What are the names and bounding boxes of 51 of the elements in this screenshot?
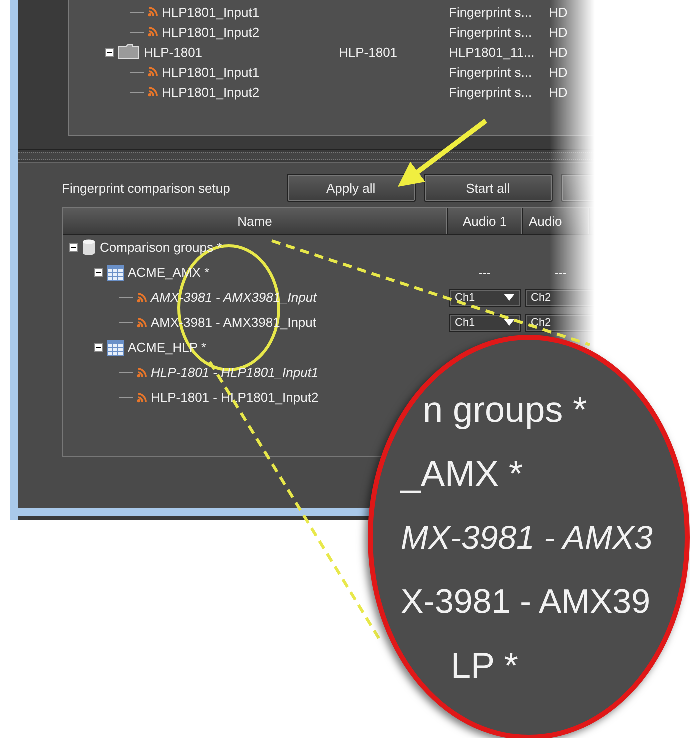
table-icon [107, 264, 124, 280]
table-cell-text: HD [549, 84, 569, 100]
feed-icon [148, 87, 158, 97]
tree-item[interactable]: HLP-1801 - HLP1801_Input1 [151, 365, 319, 380]
database-icon [82, 239, 96, 256]
feed-icon [137, 318, 147, 328]
magnified-text: LP * [451, 644, 518, 688]
table-cell-text: Fingerprint s... [449, 64, 534, 80]
feed-icon [137, 392, 147, 402]
toolbar-button[interactable]: Apply all [286, 174, 416, 202]
channel-dropdown[interactable]: Ch1 [449, 288, 521, 306]
magnified-text: X-3981 - AMX39 [401, 582, 650, 623]
table-cell-text: Fingerprint s... [449, 4, 534, 20]
toolbar-button[interactable]: Start all [424, 174, 553, 202]
table-cell: --- [479, 266, 491, 280]
collapse-icon[interactable] [105, 48, 114, 56]
channel-dropdown[interactable]: Ch1 [449, 314, 521, 332]
caret-icon [504, 294, 515, 301]
feed-icon [137, 292, 147, 302]
tree-item[interactable]: HLP-1801 [144, 44, 203, 60]
feed-icon [148, 27, 158, 37]
feed-icon [148, 7, 158, 17]
folder-icon [118, 44, 140, 60]
feed-icon [137, 368, 147, 378]
collapse-icon[interactable] [69, 243, 78, 252]
magnified-text: MX-3981 - AMX3 [401, 518, 653, 558]
table-cell-text: HD [549, 44, 569, 60]
table-cell-text: Fingerprint s... [449, 24, 534, 40]
section-label: Fingerprint comparison setup [62, 180, 232, 196]
collapse-icon[interactable] [94, 268, 103, 277]
caret-icon [504, 319, 515, 326]
column-header[interactable]: Audio 1 [448, 208, 523, 234]
feed-icon [148, 67, 158, 77]
table-icon [107, 340, 124, 356]
tree-item[interactable]: HLP1801_Input2 [162, 84, 260, 100]
tree-item[interactable]: HLP-1801 - HLP1801_Input2 [151, 390, 319, 405]
column-header[interactable]: Audio [523, 208, 590, 234]
table-cell: --- [555, 266, 567, 280]
collapse-icon[interactable] [94, 343, 103, 352]
tree-item[interactable]: HLP1801_Input2 [162, 24, 260, 40]
table-cell-text: HD [549, 4, 569, 20]
column-header[interactable]: Name [63, 208, 448, 234]
table-cell-text: HD [549, 24, 569, 40]
magnified-text: _AMX * [401, 452, 524, 496]
table-cell-text: HD [549, 64, 569, 80]
tree-item[interactable]: HLP1801_Input1 [162, 4, 260, 20]
table-cell-text: HLP-1801 [339, 44, 399, 60]
tree-item[interactable]: HLP1801_Input1 [162, 64, 260, 80]
table-cell-text: HLP1801_11... [449, 44, 536, 60]
magnified-text: n groups * [423, 388, 588, 432]
table-cell-text: Fingerprint s... [449, 84, 534, 100]
